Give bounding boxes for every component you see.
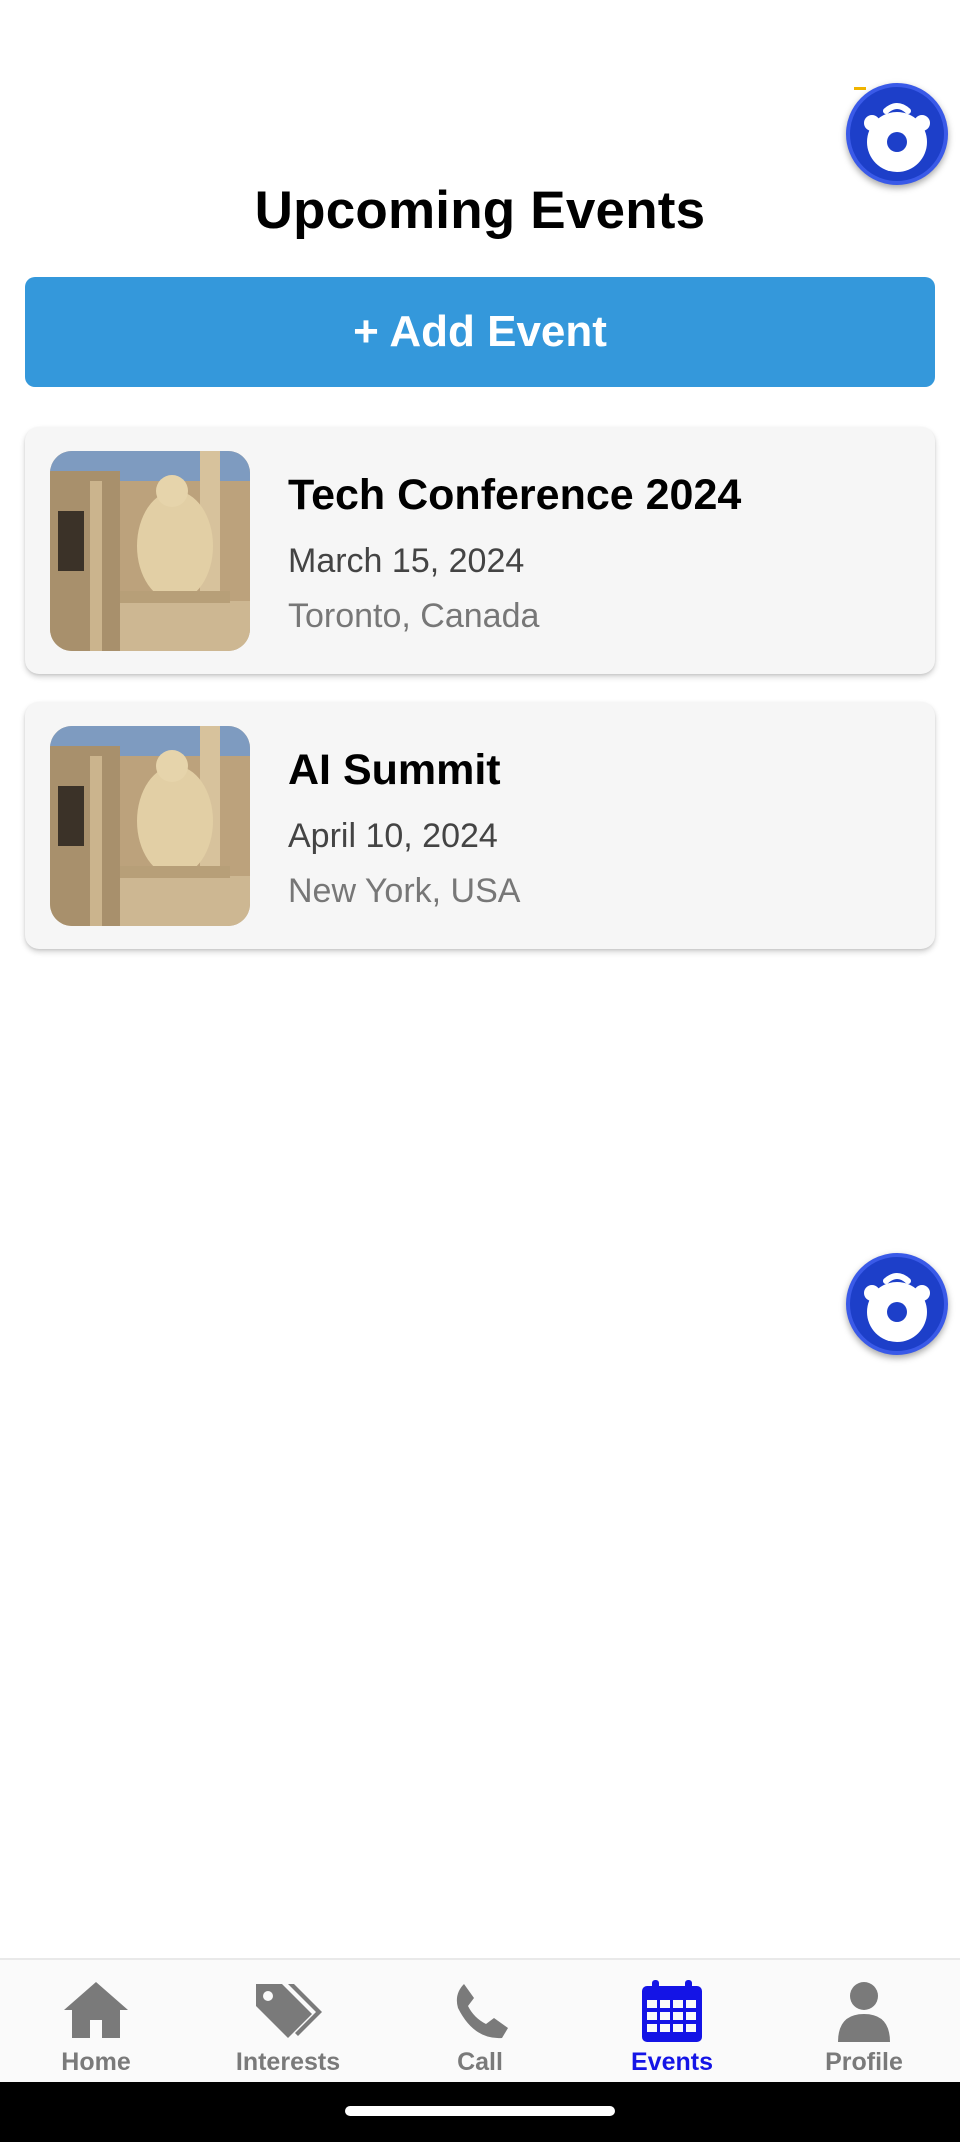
bottom-nav: Home Interests Call Events Profile <box>0 1958 960 2084</box>
event-date: April 10, 2024 <box>288 817 498 855</box>
event-location: Toronto, Canada <box>288 597 540 635</box>
event-card[interactable]: AI Summit April 10, 2024 New York, USA <box>25 702 935 949</box>
event-title: Tech Conference 2024 <box>288 471 742 519</box>
assistant-fab-top[interactable] <box>846 83 948 185</box>
nav-item-call[interactable]: Call <box>384 1960 576 2084</box>
user-icon <box>838 1982 890 2042</box>
add-event-button[interactable]: + Add Event <box>25 277 935 387</box>
home-indicator[interactable] <box>345 2106 615 2116</box>
nav-label: Profile <box>825 2048 903 2076</box>
tags-icon <box>256 1984 322 2038</box>
nav-label: Interests <box>235 2048 341 2076</box>
assistant-fab-bottom[interactable] <box>846 1253 948 1355</box>
event-thumbnail <box>50 726 250 926</box>
nav-item-profile[interactable]: Profile <box>768 1960 960 2084</box>
nav-label: Call <box>457 2048 503 2076</box>
calendar-icon <box>642 1980 702 2042</box>
nav-label: Home <box>61 2048 131 2076</box>
nav-label: Events <box>631 2048 713 2076</box>
event-title: AI Summit <box>288 746 501 794</box>
event-location: New York, USA <box>288 872 521 910</box>
nav-item-interests[interactable]: Interests <box>192 1960 384 2084</box>
event-date: March 15, 2024 <box>288 542 525 580</box>
event-card[interactable]: Tech Conference 2024 March 15, 2024 Toro… <box>25 427 935 674</box>
assistant-face-icon <box>864 103 930 172</box>
page-title: Upcoming Events <box>254 181 706 240</box>
home-icon <box>64 1982 128 2038</box>
event-thumbnail <box>50 451 250 651</box>
phone-icon <box>456 1984 508 2039</box>
assistant-face-icon <box>864 1273 930 1342</box>
nav-item-home[interactable]: Home <box>0 1960 192 2084</box>
nav-item-events[interactable]: Events <box>576 1960 768 2084</box>
